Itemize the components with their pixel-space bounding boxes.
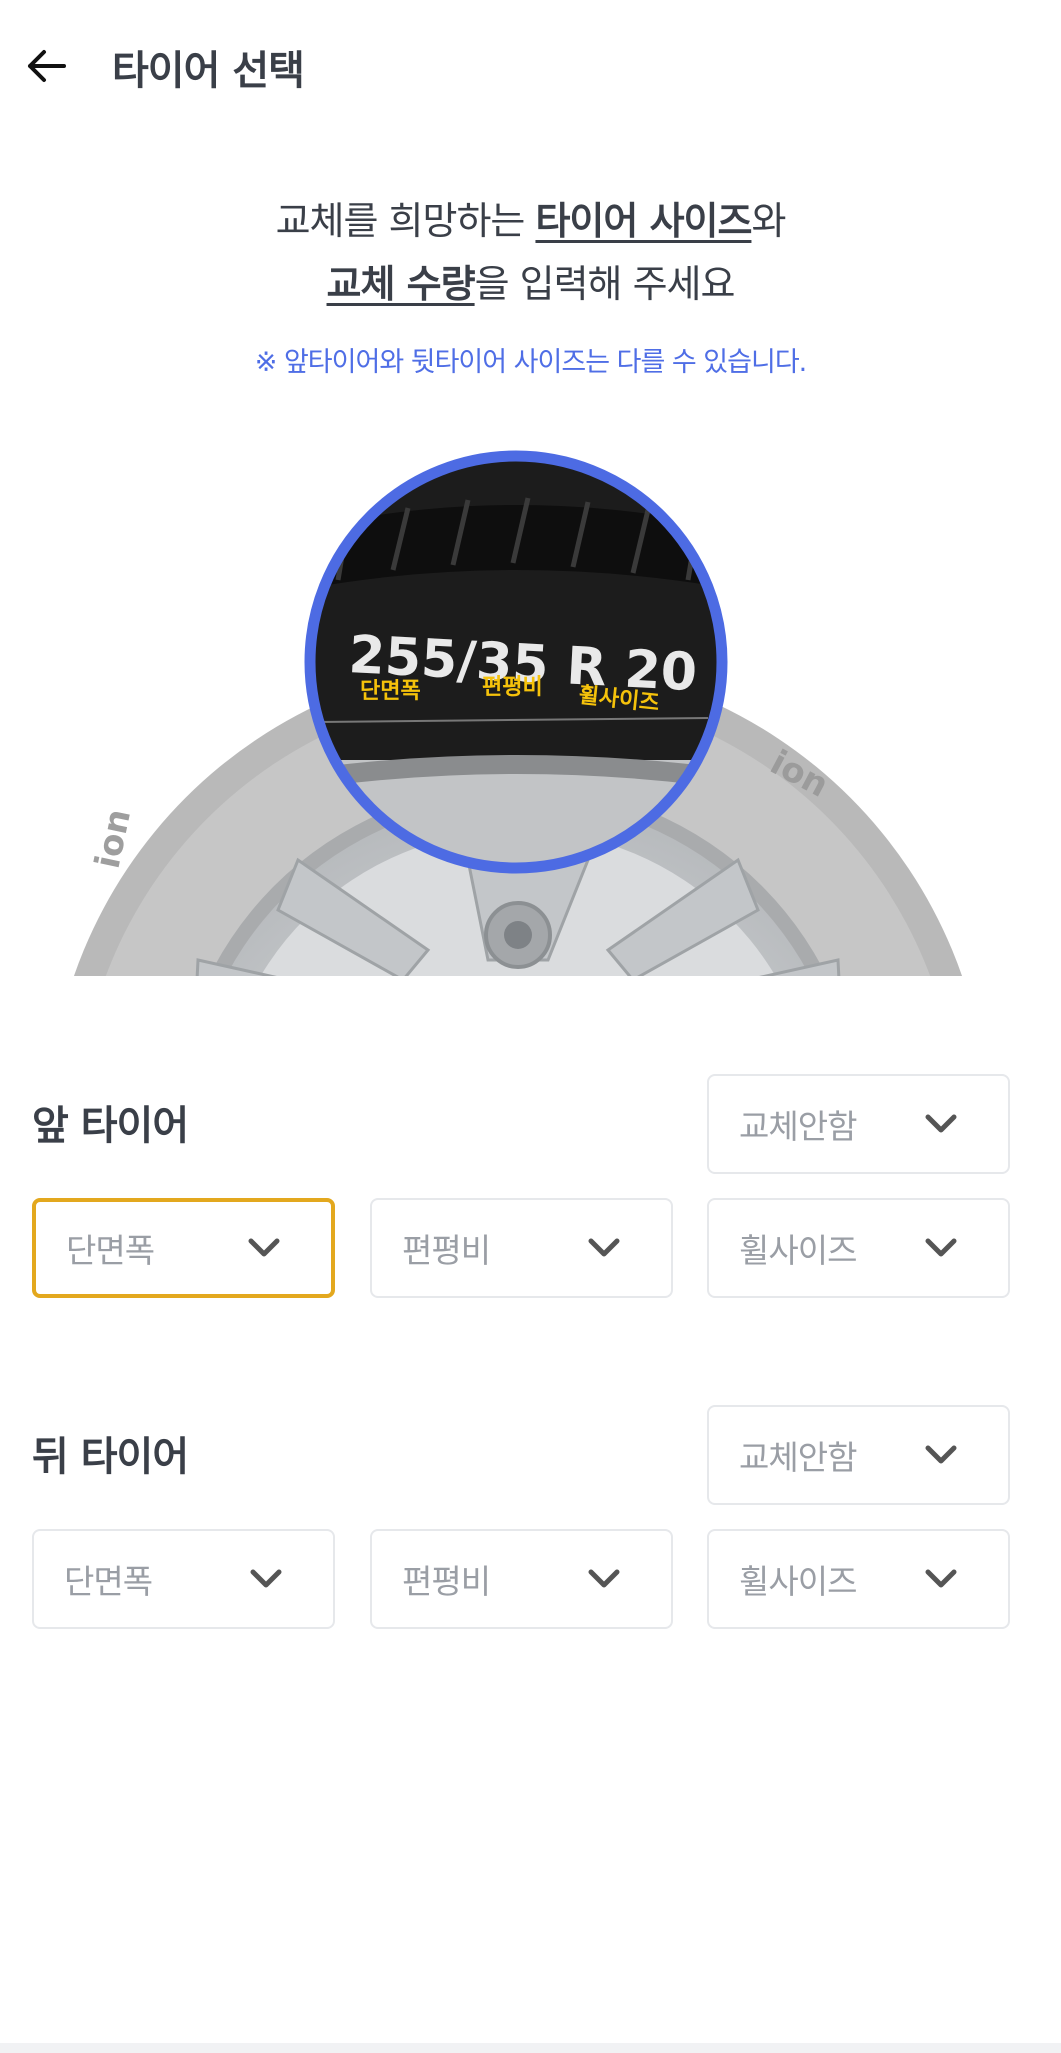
front-width-select[interactable]: 단면폭	[32, 1198, 335, 1298]
rear-width-value: 단면폭	[64, 1562, 153, 1601]
front-width-value: 단면폭	[66, 1231, 155, 1270]
app-header: 타이어 선택	[0, 0, 1061, 130]
chevron-down-icon	[925, 1569, 957, 1588]
arrow-left-icon	[28, 50, 66, 82]
rear-aspect-value: 편평비	[402, 1562, 491, 1601]
front-quantity-value: 교체안함	[739, 1107, 857, 1146]
chevron-down-icon	[588, 1569, 620, 1588]
front-aspect-value: 편평비	[402, 1231, 491, 1270]
label-width: 단면폭	[360, 679, 421, 704]
page-title: 타이어 선택	[112, 48, 305, 94]
front-aspect-select[interactable]: 편평비	[370, 1198, 673, 1298]
chevron-down-icon	[250, 1569, 282, 1588]
front-quantity-select[interactable]: 교체안함	[707, 1074, 1010, 1174]
chevron-down-icon	[925, 1114, 957, 1133]
front-tire-label: 앞 타이어	[32, 1103, 189, 1149]
size-note: ※ 앞타이어와 뒷타이어 사이즈는 다를 수 있습니다.	[254, 347, 808, 378]
rear-width-select[interactable]: 단면폭	[32, 1529, 335, 1629]
rear-tire-label: 뒤 타이어	[32, 1434, 189, 1480]
back-button[interactable]	[20, 40, 72, 92]
rear-quantity-select[interactable]: 교체안함	[707, 1405, 1010, 1505]
chevron-down-icon	[925, 1445, 957, 1464]
instruction-line-1: 교체를 희망하는 타이어 사이즈와	[275, 199, 787, 243]
chevron-down-icon	[248, 1238, 280, 1257]
rear-wheel-value: 휠사이즈	[739, 1562, 857, 1601]
svg-text:ion: ion	[88, 806, 139, 872]
instruction-line-2: 교체 수량을 입력해 주세요	[326, 262, 736, 306]
tire-size-illustration: ion ion 255/35 R 20 단면폭 편평비 휠사이즈	[74, 450, 962, 976]
chevron-down-icon	[588, 1238, 620, 1257]
rear-quantity-value: 교체안함	[739, 1438, 857, 1477]
rear-aspect-select[interactable]: 편평비	[370, 1529, 673, 1629]
chevron-down-icon	[925, 1238, 957, 1257]
rear-wheel-select[interactable]: 휠사이즈	[707, 1529, 1010, 1629]
front-wheel-value: 휠사이즈	[739, 1231, 857, 1270]
label-aspect: 편평비	[482, 675, 543, 700]
bottom-divider	[0, 2043, 1061, 2053]
front-wheel-select[interactable]: 휠사이즈	[707, 1198, 1010, 1298]
